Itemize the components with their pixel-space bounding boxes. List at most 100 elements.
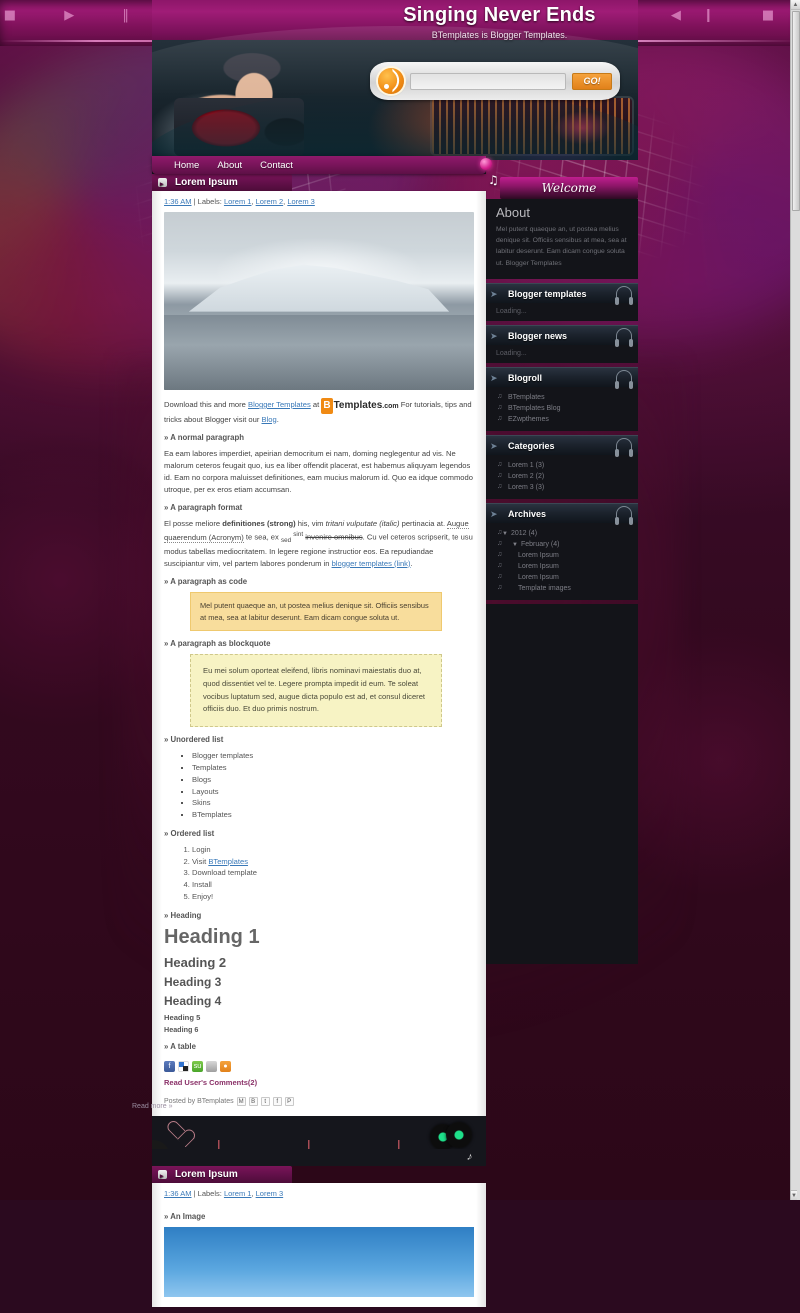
- water-reflection: [164, 315, 474, 390]
- about-heading: About: [496, 205, 530, 220]
- sidebar-widget-blogger-templates: ➤ Blogger templates Loading...: [486, 282, 638, 321]
- heading-5: Heading 5: [164, 1012, 201, 1022]
- post-time[interactable]: 1:36 AM: [164, 197, 192, 206]
- list-item: Download template: [192, 867, 474, 879]
- normal-paragraph-text: Ea eam labores imperdiet, apeirian democ…: [164, 449, 473, 494]
- main-navigation: Home About Contact: [152, 156, 492, 174]
- facebook-icon[interactable]: f: [164, 1060, 175, 1072]
- post-meta: 1:36 AM | Labels: Lorem 1, Lorem 3: [164, 1188, 284, 1198]
- archive-post[interactable]: Lorem Ipsum: [496, 550, 628, 561]
- section-paragraph-code: » A paragraph as code: [164, 577, 248, 587]
- intro-at: at: [310, 400, 322, 409]
- list-item[interactable]: BTemplates Blog: [496, 403, 628, 414]
- search-go-button[interactable]: GO!: [572, 72, 612, 90]
- gmail-icon[interactable]: M: [236, 1096, 246, 1106]
- sidebar-widget-blogroll: ➤ Blogroll BTemplates BTemplates Blog EZ…: [486, 366, 638, 431]
- post-label-2[interactable]: Lorem 2: [256, 197, 284, 206]
- archive-post[interactable]: Lorem Ipsum: [496, 572, 628, 583]
- loading-text: Loading...: [496, 307, 527, 315]
- nav-item-about[interactable]: About: [217, 160, 242, 171]
- fmt-strike: invenire omnibus: [305, 532, 363, 542]
- blogger-templates-link[interactable]: Blogger Templates: [248, 400, 311, 409]
- post-meta: 1:36 AM | Labels: Lorem 1, Lorem 2, Lore…: [164, 197, 315, 206]
- nav-item-home[interactable]: Home: [174, 160, 199, 171]
- post-time[interactable]: 1:36 AM: [164, 1189, 192, 1198]
- digg-icon[interactable]: [206, 1060, 217, 1072]
- archive-year[interactable]: ▼2012 (4): [496, 528, 628, 539]
- heading-1: Heading 1: [164, 925, 260, 948]
- sidebar-widget-about: About Mel putent quaeque an, ut postea m…: [486, 199, 638, 279]
- post-label-3[interactable]: Lorem 3: [287, 197, 315, 206]
- music-note-icon: ♫: [488, 173, 499, 187]
- rss-icon[interactable]: [378, 68, 404, 94]
- heading-6: Heading 6: [164, 1024, 199, 1034]
- arrow-right-icon: ➤: [490, 372, 498, 383]
- fmt-link[interactable]: blogger templates (link): [332, 559, 411, 568]
- list-item-text: Visit: [192, 856, 209, 866]
- search-input[interactable]: [410, 72, 566, 90]
- post-title[interactable]: Lorem Ipsum: [152, 174, 292, 193]
- list-item: Enjoy!: [192, 891, 474, 903]
- scroll-down-arrow[interactable]: ▼: [791, 1190, 797, 1200]
- list-item[interactable]: Lorem 1 (3): [496, 460, 628, 471]
- post-title-text: Lorem Ipsum: [175, 1168, 238, 1180]
- arrow-right-icon: ➤: [490, 288, 498, 299]
- stumbleupon-icon[interactable]: su: [192, 1060, 203, 1072]
- post-title[interactable]: Lorem Ipsum: [152, 1165, 292, 1185]
- twitter-icon[interactable]: t: [260, 1096, 270, 1106]
- headphones-icon: [615, 505, 633, 525]
- list-item: Templates: [192, 762, 474, 774]
- headphones-icon: [615, 369, 633, 389]
- post-label-1[interactable]: Lorem 1: [224, 197, 252, 206]
- heading-3: Heading 3: [164, 974, 222, 989]
- nav-knob-decoration: [480, 158, 492, 170]
- fmt-p2: his, vim: [295, 519, 326, 529]
- btemplates-logo: B Templates.com: [321, 398, 399, 414]
- blog-link[interactable]: Blog: [262, 415, 277, 424]
- list-item[interactable]: EZwpthemes: [496, 414, 628, 425]
- post-featured-image: [164, 1226, 474, 1297]
- pinterest-icon[interactable]: P: [284, 1096, 294, 1106]
- scroll-up-arrow[interactable]: ▲: [791, 0, 800, 10]
- list-item[interactable]: Lorem 2 (2): [496, 471, 628, 482]
- ordered-list: Login Visit BTemplates Download template…: [164, 844, 474, 903]
- widget-body: Lorem 1 (3) Lorem 2 (2) Lorem 3 (3): [486, 460, 638, 493]
- logo-b-mark: B: [321, 398, 333, 414]
- nav-item-contact[interactable]: Contact: [260, 160, 293, 171]
- post-label-2[interactable]: Lorem 3: [256, 1189, 284, 1198]
- comments-link[interactable]: Read User's Comments(2): [164, 1078, 474, 1087]
- list-item[interactable]: Lorem 3 (3): [496, 482, 628, 493]
- section-paragraph-format: » A paragraph format: [164, 503, 243, 513]
- rss-icon[interactable]: ●: [220, 1060, 231, 1072]
- search-bar: GO!: [370, 62, 620, 100]
- read-more-link[interactable]: Read more »: [132, 1103, 172, 1110]
- post-title-text: Lorem Ipsum: [175, 177, 238, 188]
- widget-body: Loading...: [486, 308, 638, 315]
- format-paragraph-text: El posse meliore definitiones (strong) h…: [164, 518, 474, 569]
- btemplates-link[interactable]: BTemplates: [208, 857, 248, 866]
- post-footer: Posted by BTemplates M B t f P: [164, 1096, 474, 1106]
- archive-post[interactable]: Lorem Ipsum: [496, 561, 628, 572]
- blog-post: ♪ Lorem Ipsum 1:36 AM | Labels: Lorem 1,…: [152, 1148, 486, 1307]
- archive-month[interactable]: ▼February (4): [496, 539, 628, 550]
- widget-title-bar: ➤ Archives: [486, 502, 638, 525]
- blogger-icon[interactable]: B: [248, 1096, 258, 1106]
- post-featured-image: [164, 212, 474, 390]
- facebook-icon[interactable]: f: [272, 1096, 282, 1106]
- fmt-p4: te sea, ex: [243, 532, 281, 542]
- post-label-1[interactable]: Lorem 1: [224, 1189, 252, 1198]
- sidebar-welcome-banner: ♫ Welcome: [488, 173, 638, 199]
- widget-body: ▼2012 (4) ▼February (4) Lorem Ipsum Lore…: [486, 528, 638, 594]
- page-scrollbar[interactable]: ▲ ▼: [790, 0, 800, 1200]
- page-wrapper: Singing Never Ends BTemplates is Blogger…: [132, 0, 638, 1313]
- scrollbar-thumb[interactable]: [792, 11, 800, 211]
- welcome-text: Welcome: [541, 181, 597, 195]
- list-item: Install: [192, 879, 474, 891]
- logo-com: .com: [382, 403, 399, 410]
- logo-name: Templates: [333, 400, 383, 411]
- archive-post[interactable]: Template images: [496, 583, 628, 594]
- site-header-banner: Singing Never Ends BTemplates is Blogger…: [152, 0, 638, 160]
- delicious-icon[interactable]: [178, 1060, 189, 1072]
- section-an-image: » An Image: [164, 1211, 206, 1221]
- list-item[interactable]: BTemplates: [496, 392, 628, 403]
